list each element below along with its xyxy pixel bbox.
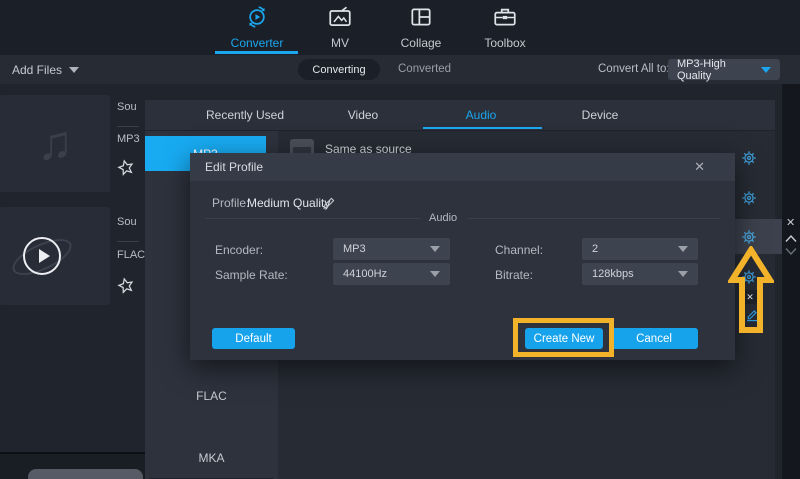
right-side-strip: ✕	[782, 84, 800, 479]
annotation-arrow-up	[728, 246, 774, 339]
favorite-star-icon[interactable]	[115, 157, 137, 179]
divider	[205, 218, 420, 219]
close-icon[interactable]: ✕	[694, 159, 705, 175]
chevron-down-icon	[678, 246, 688, 252]
divider	[117, 241, 139, 242]
profile-tabs-bar: Recently Used Video Audio Device	[145, 100, 775, 131]
tab-audio[interactable]: Audio	[466, 108, 497, 122]
annotation-highlight-box	[513, 318, 614, 357]
gear-icon[interactable]	[741, 190, 757, 206]
toolbar: Add Files Converting Converted Convert A…	[0, 55, 800, 84]
encoder-select[interactable]: MP3	[333, 238, 450, 260]
gear-icon[interactable]	[741, 150, 757, 166]
channel-label: Channel:	[495, 243, 543, 257]
cancel-button[interactable]: Cancel	[610, 328, 698, 349]
add-files-label: Add Files	[12, 63, 62, 77]
profile-value: Medium Quality	[247, 196, 330, 210]
nav-tab-collage[interactable]: Collage	[381, 4, 461, 50]
bitrate-label: Bitrate:	[495, 268, 533, 282]
app-window: Converter MV Collage Toolbox Add Files	[0, 0, 800, 479]
gear-icon-highlighted[interactable]	[741, 229, 757, 245]
chevron-down-icon	[69, 67, 79, 73]
default-button[interactable]: Default	[212, 328, 295, 349]
format-item-flac[interactable]: FLAC	[145, 389, 278, 403]
sample-rate-select[interactable]: 44100Hz	[333, 263, 450, 285]
tab-converting[interactable]: Converting	[298, 59, 380, 80]
file-format-label: MP3	[117, 133, 140, 145]
file-thumbnail-video[interactable]	[0, 207, 110, 305]
convert-all-dropdown[interactable]: MP3-High Quality	[668, 59, 780, 80]
nav-tab-mv[interactable]: MV	[300, 4, 380, 50]
add-files-button[interactable]: Add Files	[12, 62, 79, 78]
sample-rate-label: Sample Rate:	[215, 268, 288, 282]
bitrate-select[interactable]: 128kbps	[582, 263, 698, 285]
dialog-header: Edit Profile ✕	[190, 153, 735, 181]
nav-label-mv: MV	[331, 36, 349, 50]
favorite-star-icon[interactable]	[115, 275, 137, 297]
file-format-label: FLAC	[117, 249, 145, 261]
active-tab-underline	[423, 127, 542, 129]
converter-icon	[244, 4, 270, 33]
tab-video[interactable]: Video	[348, 108, 378, 122]
close-panel-icon[interactable]: ✕	[786, 216, 795, 229]
nav-label-toolbox: Toolbox	[484, 36, 525, 50]
profile-label: Profile:	[212, 196, 249, 210]
edit-profile-dialog: Edit Profile ✕ Profile: Medium Quality A…	[190, 153, 735, 360]
chevron-down-icon	[761, 67, 771, 73]
file-thumbnail-audio[interactable]: ♫	[0, 95, 110, 192]
nav-label-converter: Converter	[231, 36, 284, 50]
music-note-icon: ♫	[0, 95, 110, 192]
channel-select[interactable]: 2	[582, 238, 698, 260]
mv-icon	[327, 4, 353, 33]
play-icon	[39, 249, 50, 263]
chevron-up-icon[interactable]	[785, 232, 797, 241]
divider	[117, 126, 139, 127]
chevron-down-icon	[678, 271, 688, 277]
encoder-label: Encoder:	[215, 243, 263, 257]
nav-tab-converter[interactable]: Converter	[217, 4, 297, 50]
partial-popup-edge	[28, 469, 143, 479]
tab-device[interactable]: Device	[582, 108, 619, 122]
collage-icon	[408, 4, 434, 33]
rename-pencil-icon[interactable]	[321, 196, 336, 214]
top-nav: Converter MV Collage Toolbox	[0, 0, 800, 55]
chevron-down-icon	[430, 271, 440, 277]
nav-label-collage: Collage	[401, 36, 442, 50]
active-tab-underline	[215, 51, 298, 54]
file-source-label: Sou	[117, 216, 137, 228]
chevron-down-icon[interactable]	[785, 245, 797, 254]
tab-recently-used[interactable]: Recently Used	[206, 108, 284, 122]
convert-all-value: MP3-High Quality	[677, 58, 761, 82]
play-button[interactable]	[23, 237, 61, 275]
section-title: Audio	[429, 212, 457, 224]
file-source-label: Sou	[117, 101, 137, 113]
convert-all-label: Convert All to:	[598, 63, 670, 75]
divider	[468, 218, 720, 219]
toolbox-icon	[492, 4, 518, 33]
format-item-mka[interactable]: MKA	[145, 451, 278, 465]
tab-converted[interactable]: Converted	[398, 63, 451, 75]
dialog-title: Edit Profile	[205, 160, 263, 174]
nav-tab-toolbox[interactable]: Toolbox	[465, 4, 545, 50]
chevron-down-icon	[430, 246, 440, 252]
